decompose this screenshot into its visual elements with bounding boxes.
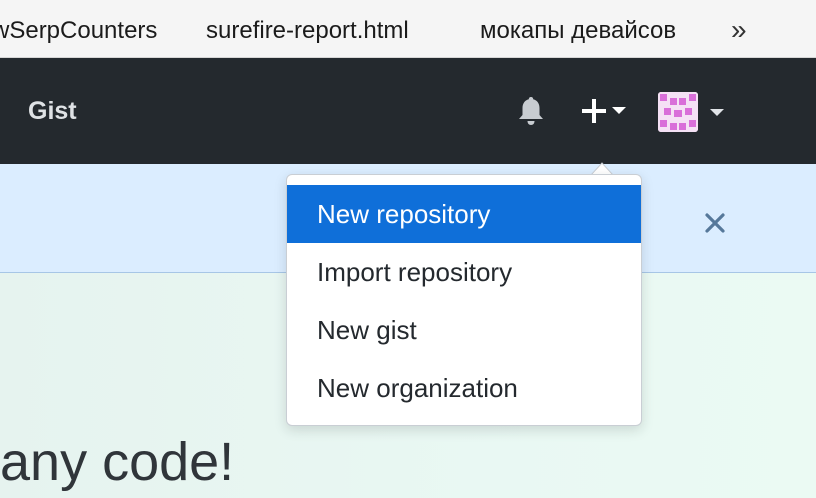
bookmarks-bar: wSerpCounters surefire-report.html мокап…: [0, 0, 816, 58]
create-new-dropdown: New repository Import repository New gis…: [286, 174, 642, 426]
bookmark-device-mockups[interactable]: мокапы девайсов: [480, 17, 676, 45]
hero-heading: any code!: [0, 432, 235, 492]
chevron-down-icon: [710, 109, 724, 116]
create-new-button[interactable]: [578, 94, 632, 128]
plus-icon: [582, 99, 626, 123]
gist-link[interactable]: Gist: [28, 97, 77, 126]
bookmark-surefire-report[interactable]: surefire-report.html: [206, 17, 409, 45]
menu-item-new-gist[interactable]: New gist: [287, 301, 641, 359]
menu-item-new-repository[interactable]: New repository: [287, 185, 641, 243]
menu-item-new-organization[interactable]: New organization: [287, 359, 641, 417]
bookmark-serpcounters[interactable]: wSerpCounters: [0, 17, 157, 45]
menu-item-import-repository[interactable]: Import repository: [287, 243, 641, 301]
notifications-bell-icon[interactable]: [514, 94, 548, 128]
site-header: Gist: [0, 58, 816, 164]
bookmarks-overflow-chevron-icon[interactable]: »: [731, 14, 747, 46]
avatar: [658, 92, 698, 132]
close-icon[interactable]: [702, 210, 728, 236]
user-menu-button[interactable]: [658, 92, 730, 132]
